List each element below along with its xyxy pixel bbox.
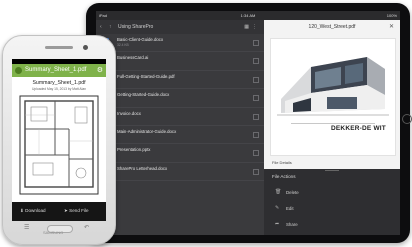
file-preview-pane: 120_West_Street.pdf ✕ DEKKER-DE WIT File… — [264, 20, 400, 235]
send-icon: ➤ — [64, 208, 68, 213]
phone-screen: Summary_Sheet_1.pdf ⚙ Summary_Sheet_1.pd… — [12, 59, 106, 221]
file-meta: 32.4 KB — [117, 43, 129, 47]
select-checkbox[interactable] — [253, 168, 259, 175]
more-icon[interactable]: ⋮ — [252, 24, 260, 30]
file-row[interactable]: BusinessCard.ai — [96, 52, 264, 71]
delete-action[interactable]: 🗑 Delete — [264, 186, 400, 200]
file-name: Getting-Started-Guide.docx — [117, 92, 170, 98]
file-actions-sheet: File Actions 🗑 Delete ✎ Edit ➦ Share — [264, 169, 400, 235]
send-file-label: Send File — [69, 208, 89, 213]
sheet-grip[interactable] — [325, 170, 339, 171]
file-row[interactable]: Basic-Client-Guide.docx 32.4 KB — [96, 34, 264, 53]
battery-label: 100% — [386, 13, 397, 18]
phone-speaker — [45, 46, 73, 49]
file-name: Full-Getting-Started-Guide.pdf — [117, 73, 175, 79]
phone-app-bar: Summary_Sheet_1.pdf ⚙ — [12, 64, 106, 77]
preview-brand-text: DEKKER-DE WIT — [331, 125, 386, 132]
share-icon: ➦ — [275, 221, 280, 227]
clock: 1:34 AM — [240, 13, 256, 18]
phone-camera — [83, 45, 88, 50]
preview-header: 120_West_Street.pdf ✕ — [264, 20, 400, 34]
grid-view-icon[interactable]: ▦ — [244, 24, 252, 30]
trash-icon: 🗑 — [275, 189, 282, 195]
phone-app-title: Summary_Sheet_1.pdf — [25, 67, 87, 73]
send-file-button[interactable]: ➤ Send File — [64, 208, 89, 214]
share-action[interactable]: ➦ Share — [264, 218, 400, 232]
preview-filename: 120_West_Street.pdf — [308, 24, 356, 30]
phone-doc-subtitle: Uploaded May 15, 2013 by Matt Alan — [31, 87, 87, 91]
tablet-screen: iPad 1:34 AM 100% ‹ ↑ Using SharePro ▦⋮ … — [96, 11, 400, 235]
download-icon: ⬇ — [20, 208, 24, 213]
tablet-device: iPad 1:34 AM 100% ‹ ↑ Using SharePro ▦⋮ … — [86, 3, 412, 243]
select-checkbox[interactable] — [253, 58, 259, 65]
file-browser-toolbar: ‹ ↑ Using SharePro ▦⋮ — [96, 20, 264, 34]
select-checkbox[interactable] — [253, 150, 259, 157]
select-checkbox[interactable] — [253, 76, 259, 83]
app-logo-icon[interactable] — [15, 67, 22, 74]
file-row[interactable]: Getting-Started-Guide.docx — [96, 89, 264, 108]
file-name: Invoice.docx — [117, 110, 141, 116]
file-row[interactable]: Presentation.pptx — [96, 144, 264, 163]
file-row[interactable]: SharePro Letterhead.docx — [96, 163, 264, 182]
close-icon[interactable]: ✕ — [389, 23, 394, 30]
delete-label: Delete — [286, 190, 299, 195]
file-name: Basic-Client-Guide.docx — [117, 37, 164, 42]
phone-document-view[interactable]: Summary_Sheet_1.pdf Uploaded May 15, 201… — [12, 77, 106, 202]
select-checkbox[interactable] — [253, 131, 259, 138]
edit-label: Edit — [286, 206, 294, 211]
gear-icon[interactable]: ⚙ — [97, 66, 103, 74]
pencil-icon: ✎ — [275, 205, 280, 211]
phone-brand: SAMSUNG — [43, 230, 64, 235]
file-row[interactable]: Main-Administrator-Guide.docx — [96, 126, 264, 145]
floor-plan-image — [19, 95, 99, 195]
download-label: Download — [25, 208, 46, 213]
folder-up-icon[interactable]: ↑ — [109, 20, 112, 34]
file-name: Main-Administrator-Guide.docx — [117, 128, 177, 134]
file-list: Basic-Client-Guide.docx 32.4 KB BusinessCa… — [96, 34, 264, 182]
folder-title: Using SharePro — [118, 24, 154, 30]
file-browser-pane: ‹ ↑ Using SharePro ▦⋮ Basic-Client-Guide… — [96, 20, 264, 235]
menu-key-icon[interactable]: ☰ — [24, 224, 29, 231]
phone-doc-title: Summary_Sheet_1.pdf — [32, 80, 86, 86]
back-arrow-icon[interactable]: ‹ — [100, 20, 102, 34]
tablet-status-bar: iPad 1:34 AM 100% — [96, 11, 400, 20]
download-button[interactable]: ⬇ Download — [20, 208, 46, 214]
file-actions-header: File Actions — [272, 174, 296, 179]
building-render-image — [277, 57, 389, 116]
tablet-home-button[interactable] — [402, 114, 412, 124]
file-details-label: File Details — [272, 160, 292, 165]
phone-device: Summary_Sheet_1.pdf ⚙ Summary_Sheet_1.pd… — [2, 35, 116, 245]
select-checkbox[interactable] — [253, 40, 259, 46]
file-row[interactable]: Full-Getting-Started-Guide.pdf — [96, 71, 264, 90]
share-label: Share — [286, 222, 298, 227]
back-key-icon[interactable]: ↶ — [84, 224, 89, 231]
file-row[interactable]: Invoice.docx — [96, 108, 264, 126]
file-name: SharePro Letterhead.docx — [117, 165, 168, 171]
select-checkbox[interactable] — [253, 95, 259, 102]
phone-bottom-bar: ⬇ Download ➤ Send File — [12, 202, 106, 221]
document-preview-image: DEKKER-DE WIT — [270, 38, 396, 156]
file-name: BusinessCard.ai — [117, 55, 149, 61]
file-name: Presentation.pptx — [117, 147, 151, 153]
select-checkbox[interactable] — [253, 113, 259, 120]
edit-action[interactable]: ✎ Edit — [264, 202, 400, 216]
